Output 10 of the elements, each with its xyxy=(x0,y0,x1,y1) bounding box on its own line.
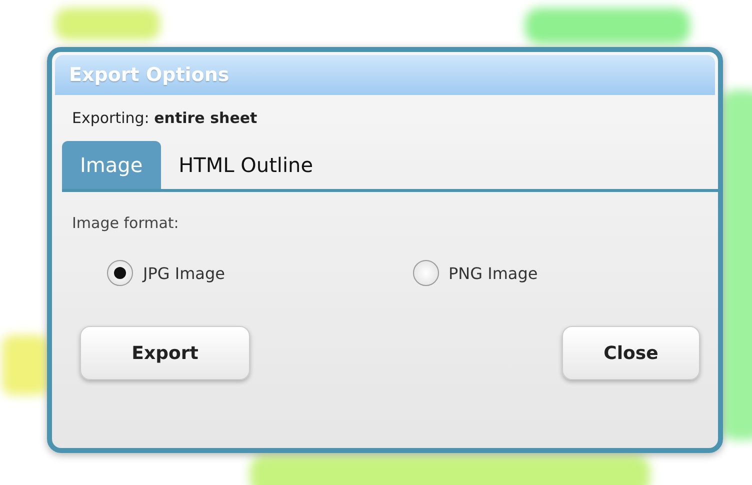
format-label: Image format: xyxy=(72,214,179,232)
close-button[interactable]: Close xyxy=(562,326,700,380)
radio-option[interactable]: JPG Image xyxy=(107,260,412,286)
radio-option[interactable]: PNG Image xyxy=(412,260,718,286)
tab[interactable]: HTML Outline xyxy=(160,141,332,189)
radio-button[interactable] xyxy=(107,260,133,286)
export-button[interactable]: Export xyxy=(80,326,250,380)
exporting-label: Exporting: entire sheet xyxy=(72,109,258,127)
window-title: Export Options xyxy=(55,55,715,95)
radio-button[interactable] xyxy=(412,260,438,286)
